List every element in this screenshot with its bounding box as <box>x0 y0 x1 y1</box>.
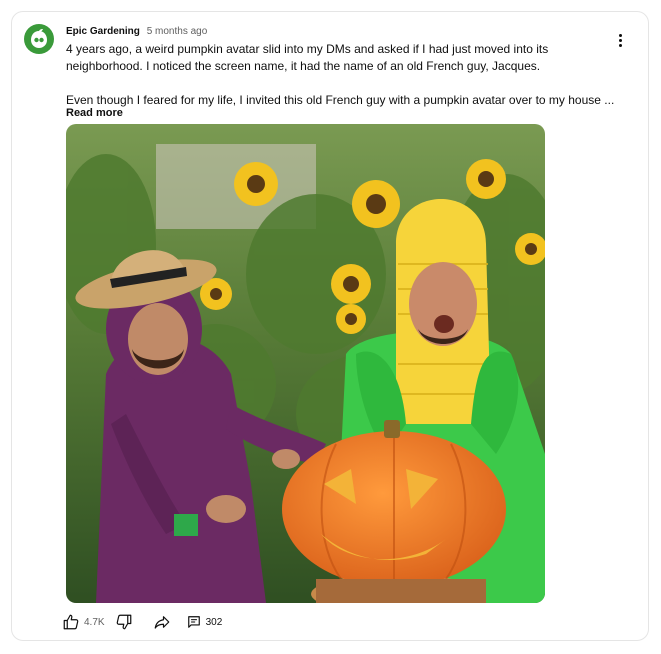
dislike-button[interactable] <box>115 613 133 631</box>
channel-name[interactable]: Epic Gardening <box>66 26 140 37</box>
post-timestamp[interactable]: 5 months ago <box>147 26 208 37</box>
epic-gardening-logo-icon <box>31 29 47 48</box>
share-button[interactable] <box>153 613 171 631</box>
channel-avatar[interactable] <box>24 24 54 54</box>
thumbs-up-icon <box>63 614 79 630</box>
more-vert-icon[interactable] <box>612 30 628 50</box>
comments-button[interactable]: 302 <box>187 615 223 629</box>
post-paragraph-2: Even though I feared for my life, I invi… <box>66 93 614 107</box>
like-count: 4.7K <box>84 616 105 628</box>
share-arrow-icon <box>154 616 169 629</box>
comment-count: 302 <box>205 616 223 628</box>
comment-icon <box>187 616 200 628</box>
post-header: Epic Gardening 5 months ago <box>66 26 207 37</box>
read-more-link[interactable]: Read more <box>66 107 123 119</box>
post-paragraph-1: 4 years ago, a weird pumpkin avatar slid… <box>66 42 549 73</box>
post-image[interactable] <box>66 124 545 603</box>
like-button[interactable]: 4.7K <box>62 613 105 631</box>
post-text: 4 years ago, a weird pumpkin avatar slid… <box>66 41 614 109</box>
thumbs-down-icon <box>116 614 131 630</box>
post-actions-bar: 4.7K 302 <box>62 612 222 632</box>
